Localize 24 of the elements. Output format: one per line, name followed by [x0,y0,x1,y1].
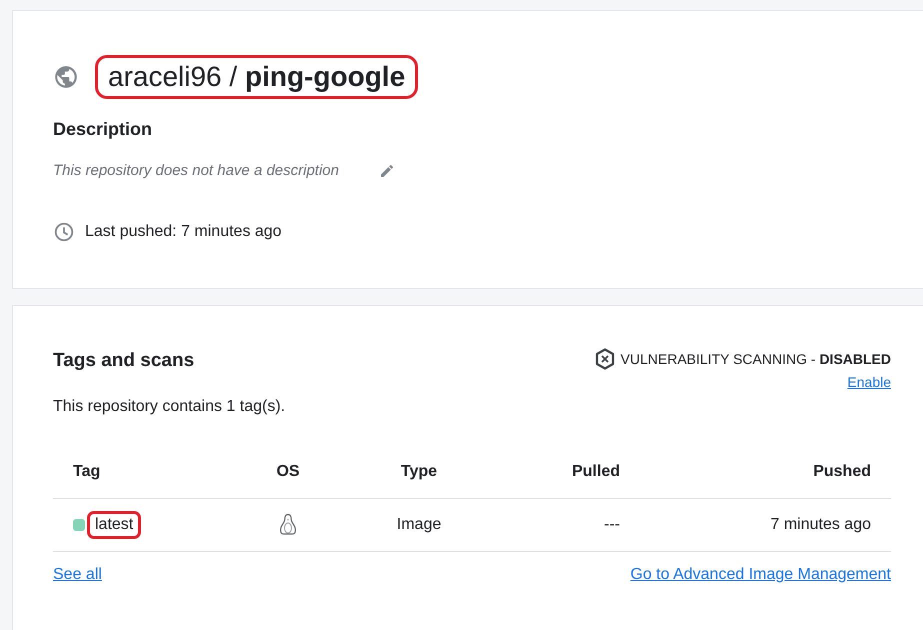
description-text: This repository does not have a description [53,162,339,179]
enable-link[interactable]: Enable [847,374,891,390]
column-header: Pulled [572,463,620,481]
tag-name[interactable]: latest [87,511,142,539]
description-heading: Description [53,119,154,140]
edit-icon[interactable] [379,162,395,178]
see-all-link[interactable]: See all [53,566,102,584]
table-cell: Image [323,499,515,552]
column-header: Tag [73,463,100,481]
scanning-status: VULNERABILITY SCANNING - DISABLED [620,351,891,367]
column-header: Type [400,463,438,481]
tag-count-text: This repository contains 1 tag(s). [53,398,286,416]
globe-icon [53,64,79,90]
column-header: Pushed [813,463,871,481]
table-cell: --- [515,499,620,552]
penguin-icon [278,513,298,537]
table-cell: 7 minutes ago [620,499,871,552]
section-heading: Tags and scans [53,350,194,372]
repository-title: araceli96 / ping-google [95,55,418,99]
column-header: OS [276,463,300,481]
advanced-management-link[interactable]: Go to Advanced Image Management [630,566,891,584]
last-pushed-text: Last pushed: 7 minutes ago [85,223,282,241]
shield-x-icon [594,348,615,370]
clock-icon [53,221,75,243]
